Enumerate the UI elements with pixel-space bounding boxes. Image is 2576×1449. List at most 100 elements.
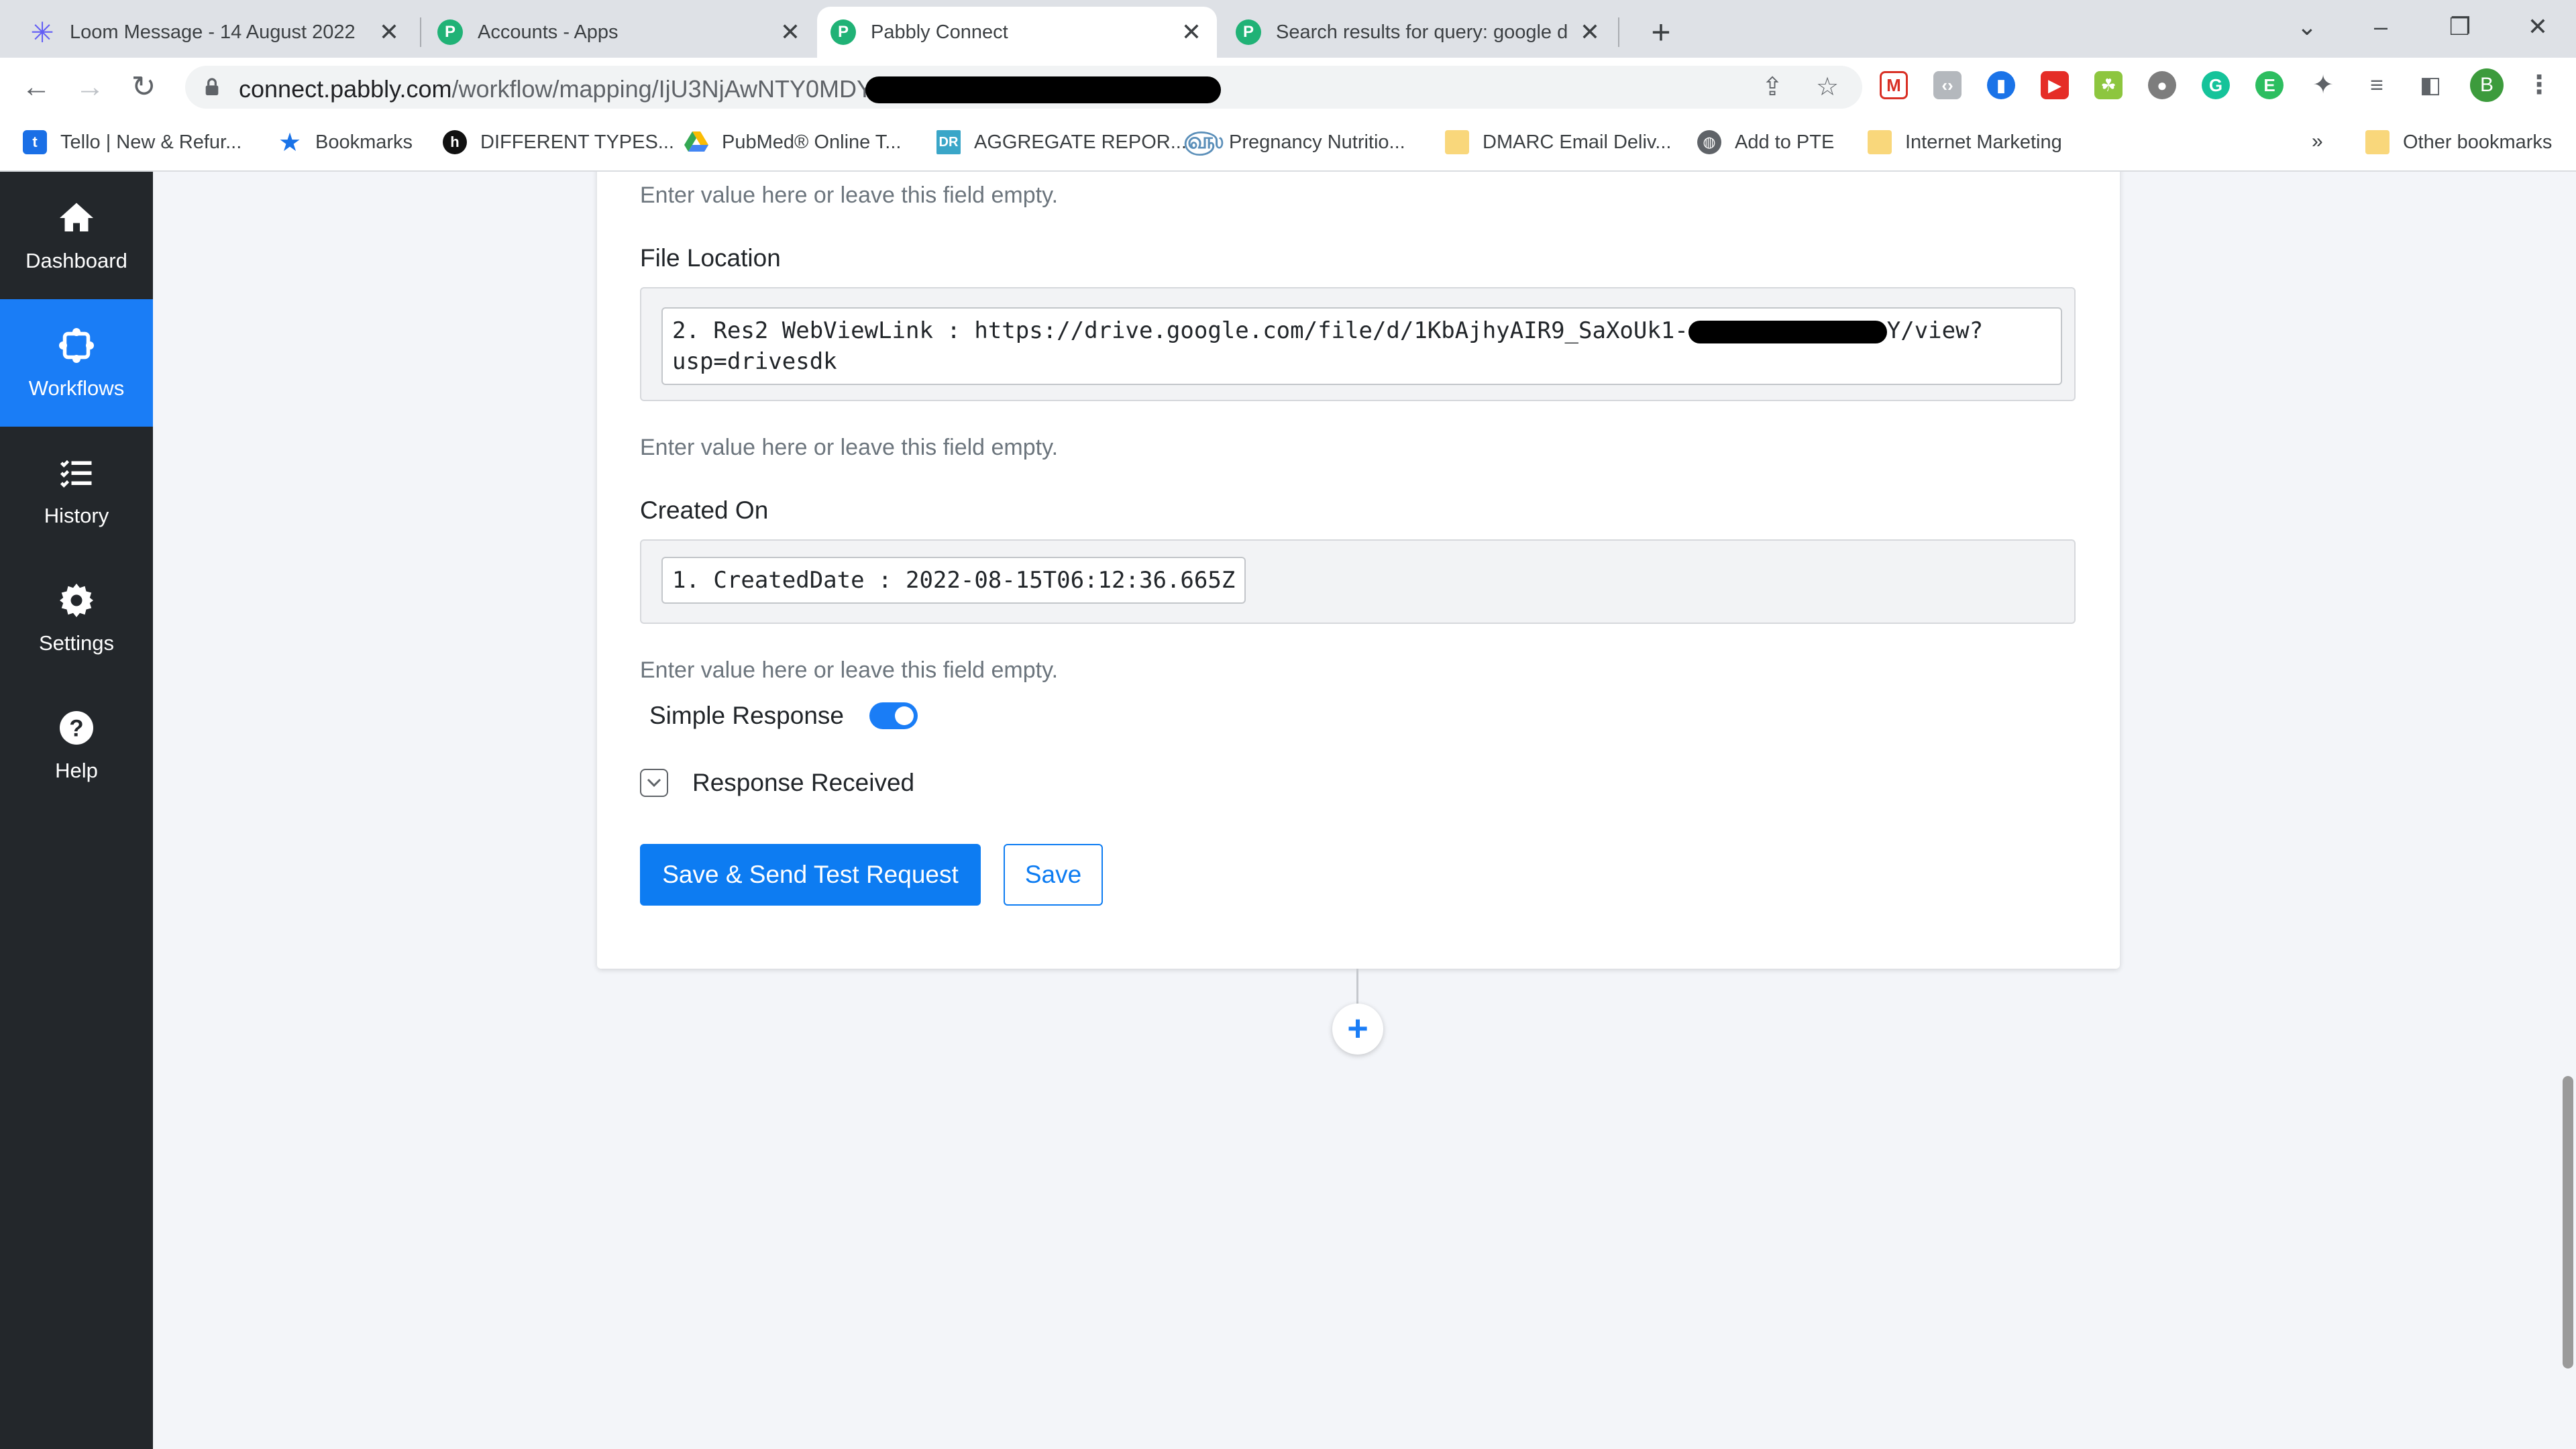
loom-icon: ✳ (30, 16, 54, 48)
url-host: connect.pabbly.com (239, 75, 452, 103)
mapped-value-pill[interactable]: 1. CreatedDate : 2022-08-15T06:12:36.665… (661, 557, 1246, 604)
simple-response-label: Simple Response (649, 702, 844, 729)
bookmark-bookmarks[interactable]: ★ Bookmarks (278, 129, 413, 157)
tab-title: Accounts - Apps (478, 21, 619, 43)
bookmark-dmarc[interactable]: DMARC Email Deliv... (1445, 130, 1671, 154)
bookmark-label: Internet Marketing (1905, 131, 2062, 153)
forward-arrow-icon[interactable]: → (71, 68, 109, 106)
new-tab-button[interactable]: + (1641, 12, 1681, 52)
sidebar-item-history[interactable]: History (0, 427, 153, 554)
bookmark-pubmed[interactable]: PubMed® Online T... (684, 130, 901, 154)
workflow-icon (59, 328, 94, 363)
gear-icon (60, 584, 93, 617)
file-location-field[interactable]: 2. Res2 WebViewLink : https://drive.goog… (640, 287, 2076, 401)
h-logo-icon: h (443, 130, 467, 154)
toggle-knob (894, 706, 914, 725)
close-icon[interactable]: ✕ (778, 18, 802, 46)
browser-tab-loom[interactable]: ✳ Loom Message - 14 August 2022 ✕ (16, 7, 415, 58)
history-list-icon (60, 460, 92, 488)
save-button[interactable]: Save (1004, 844, 1103, 906)
sidebar-item-settings[interactable]: Settings (0, 554, 153, 682)
sidebar-item-label: Settings (38, 631, 114, 655)
sidebar-item-label: History (44, 504, 109, 527)
bookmark-add-to-pte[interactable]: ◍ Add to PTE (1697, 130, 1834, 154)
plant-extension-icon[interactable]: ☘ (2094, 71, 2123, 99)
tomato-extension-icon[interactable]: ● (2148, 71, 2176, 99)
mapped-value-text: 2. Res2 WebViewLink : https://drive.goog… (672, 317, 1688, 344)
simple-response-toggle[interactable] (869, 702, 918, 729)
save-and-send-test-request-button[interactable]: Save & Send Test Request (640, 844, 981, 906)
bookmark-label: Tello | New & Refur... (60, 131, 242, 153)
restore-icon[interactable]: ❐ (2423, 0, 2497, 54)
back-arrow-icon[interactable]: ← (17, 68, 55, 106)
bookmark-internet-marketing[interactable]: Internet Marketing (1868, 130, 2062, 154)
minimize-icon[interactable]: – (2344, 0, 2418, 54)
sidebar-item-workflows[interactable]: Workflows (0, 299, 153, 427)
extensions-puzzle-icon[interactable]: ✦ (2309, 71, 2337, 99)
bookmark-label: PubMed® Online T... (722, 131, 902, 153)
created-on-field[interactable]: 1. CreatedDate : 2022-08-15T06:12:36.665… (640, 539, 2076, 624)
pabbly-icon: P (830, 19, 856, 45)
ublock-extension-icon[interactable]: M (1880, 71, 1908, 99)
response-received-label: Response Received (692, 769, 915, 796)
bookmark-tello[interactable]: t Tello | New & Refur... (23, 130, 241, 154)
media-control-icon[interactable]: ≡ (2363, 71, 2391, 99)
code-extension-icon[interactable]: ‹› (1933, 71, 1962, 99)
browser-tab-search-results[interactable]: P Search results for query: google d ✕ (1222, 7, 1615, 58)
mapped-value-pill[interactable]: 2. Res2 WebViewLink : https://drive.goog… (661, 307, 2062, 385)
bookmark-aggregate-report[interactable]: DR AGGREGATE REPOR... (936, 130, 1187, 154)
more-bookmarks-chevron-icon[interactable]: » (2312, 130, 2323, 153)
bookmark-label: Bookmarks (315, 131, 413, 153)
grammarly-extension-icon[interactable]: G (2202, 71, 2230, 99)
bookmark-label: AGGREGATE REPOR... (974, 131, 1187, 153)
menu-kebab-icon[interactable]: ⋮ (2525, 71, 2553, 99)
add-step-button[interactable]: + (1332, 1004, 1383, 1055)
google-drive-icon (684, 130, 708, 154)
sidebar-item-help[interactable]: ? Help (0, 682, 153, 809)
folder-icon (1868, 130, 1892, 154)
redaction-mark (865, 76, 1221, 103)
bookmark-label: DIFFERENT TYPES... (480, 131, 674, 153)
close-icon[interactable]: ✕ (1578, 18, 1602, 46)
field-hint: Enter value here or leave this field emp… (640, 435, 1059, 460)
tab-title: Pabbly Connect (871, 21, 1008, 43)
svg-text:?: ? (69, 716, 83, 742)
redaction-mark (1688, 320, 1887, 343)
help-icon: ? (60, 711, 93, 745)
tab-separator (420, 17, 421, 47)
window-close-icon[interactable]: ✕ (2501, 0, 2575, 54)
globe-icon: ◍ (1697, 130, 1721, 154)
tab-search-chevron-icon[interactable]: ⌄ (2270, 0, 2344, 54)
side-panel-icon[interactable]: ◧ (2416, 71, 2445, 99)
close-icon[interactable]: ✕ (1179, 18, 1203, 46)
bookmark-star-icon[interactable]: ☆ (1814, 74, 1841, 101)
file-location-label: File Location (640, 244, 781, 272)
sidebar-item-dashboard[interactable]: Dashboard (0, 172, 153, 299)
response-received-toggle[interactable] (640, 769, 668, 797)
folder-icon (2365, 130, 2390, 154)
spiral-icon: ௵ (1183, 127, 1224, 154)
close-icon[interactable]: ✕ (377, 18, 401, 46)
action-step-card: Enter value here or leave this field emp… (597, 172, 2120, 969)
bookmark-extension-icon[interactable]: ▮ (1987, 71, 2015, 99)
bookmark-different-types[interactable]: h DIFFERENT TYPES... (443, 130, 674, 154)
workflow-canvas: Enter value here or leave this field emp… (153, 172, 2576, 1449)
evernote-extension-icon[interactable]: E (2255, 71, 2284, 99)
dr-icon: DR (936, 130, 961, 154)
youtube-extension-icon[interactable]: ▶ (2041, 71, 2069, 99)
reload-icon[interactable]: ↻ (125, 68, 162, 106)
share-icon[interactable]: ⇪ (1759, 74, 1786, 101)
browser-tab-accounts[interactable]: P Accounts - Apps ✕ (424, 7, 816, 58)
mapped-value-text-end: Y/view? (1886, 317, 1984, 344)
bookmarks-bar: t Tello | New & Refur... ★ Bookmarks h D… (0, 115, 2576, 172)
sidebar-item-label: Workflows (28, 376, 125, 400)
bookmark-pregnancy-nutrition[interactable]: ௵ Pregnancy Nutritio... (1183, 127, 1405, 154)
field-hint: Enter value here or leave this field emp… (640, 657, 1059, 683)
profile-avatar[interactable]: B (2470, 68, 2504, 102)
page-scrollbar[interactable] (2563, 1076, 2573, 1368)
bookmark-other-bookmarks[interactable]: Other bookmarks (2365, 130, 2552, 154)
bookmark-label: Add to PTE (1735, 131, 1835, 153)
chevron-down-icon (647, 778, 661, 788)
bookmark-label: Other bookmarks (2403, 131, 2553, 153)
browser-tab-pabbly-connect[interactable]: P Pabbly Connect ✕ (817, 7, 1217, 58)
